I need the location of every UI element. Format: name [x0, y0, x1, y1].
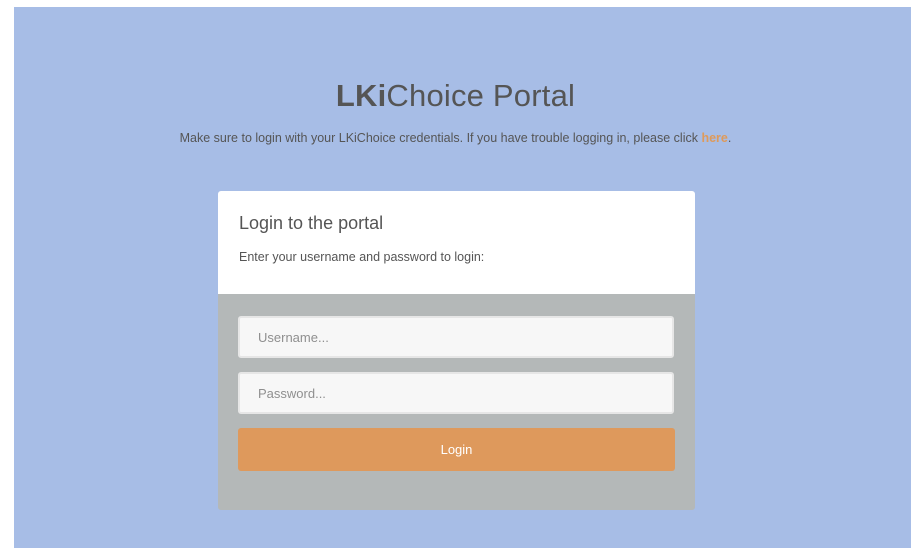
username-input[interactable]: [238, 316, 674, 358]
title-brand-bold: LKi: [335, 78, 387, 113]
login-card-description: Enter your username and password to logi…: [239, 250, 485, 264]
password-input[interactable]: [238, 372, 674, 414]
instructions-end: .: [727, 131, 732, 145]
title-brand-rest: Choice Portal: [386, 78, 576, 113]
login-instructions: Make sure to login with your LKiChoice c…: [0, 131, 911, 145]
help-link[interactable]: here: [701, 131, 727, 145]
instructions-text: Make sure to login with your LKiChoice c…: [179, 131, 702, 145]
login-card-header: Login to the portal Enter your username …: [218, 191, 695, 294]
login-card-title: Login to the portal: [239, 213, 384, 233]
login-button[interactable]: Login: [238, 428, 675, 471]
page-title: LKiChoice Portal: [0, 78, 911, 114]
login-form: Login: [218, 294, 695, 510]
